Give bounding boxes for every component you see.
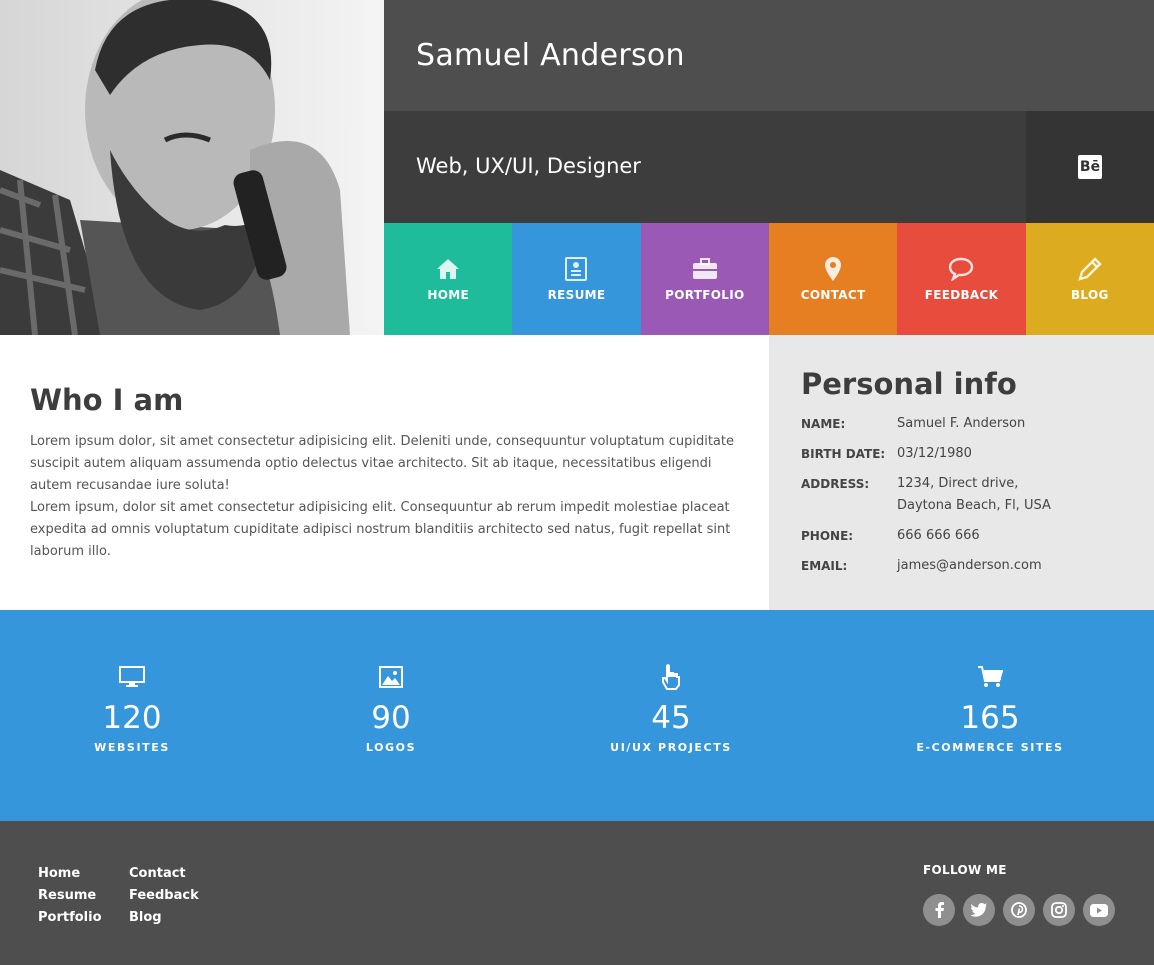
nav-blog[interactable]: BLOG bbox=[1025, 223, 1154, 335]
behance-link[interactable]: Bē bbox=[1026, 111, 1154, 223]
info-key: EMAIL: bbox=[801, 559, 848, 573]
portrait-image bbox=[0, 0, 384, 335]
behance-icon: Bē bbox=[1078, 155, 1102, 179]
follow-me-label: FOLLOW ME bbox=[923, 863, 1007, 877]
nav-portfolio[interactable]: PORTFOLIO bbox=[640, 223, 769, 335]
stat-number: 120 bbox=[102, 700, 162, 736]
nav-label: BLOG bbox=[1070, 288, 1109, 302]
address-line-2: Daytona Beach, Fl, USA bbox=[897, 498, 1051, 513]
footer-link-blog[interactable]: Blog bbox=[129, 907, 199, 929]
nav-label: RESUME bbox=[547, 288, 606, 302]
info-value: 1234, Direct drive, Daytona Beach, Fl, U… bbox=[897, 473, 1051, 517]
social-links bbox=[923, 894, 1115, 926]
footer-link-portfolio[interactable]: Portfolio bbox=[38, 907, 102, 929]
info-title: Personal info bbox=[801, 367, 1017, 401]
nav-contact[interactable]: CONTACT bbox=[768, 223, 898, 335]
name-bar: Samuel Anderson bbox=[384, 0, 1154, 111]
stat-number: 45 bbox=[651, 700, 691, 736]
stats-section: 120 WEBSITES 90 LOGOS 45 UI/UX PROJECTS … bbox=[0, 610, 1154, 821]
info-key: BIRTH DATE: bbox=[801, 447, 886, 461]
cart-icon bbox=[880, 664, 1100, 690]
info-value: Samuel F. Anderson bbox=[897, 416, 1026, 431]
pointer-hand-icon bbox=[561, 664, 781, 690]
info-value: james@anderson.com bbox=[897, 558, 1042, 573]
twitter-icon[interactable] bbox=[963, 894, 995, 926]
nav-home[interactable]: HOME bbox=[384, 223, 513, 335]
info-value: 666 666 666 bbox=[897, 528, 980, 543]
info-row-email: EMAIL: james@anderson.com bbox=[801, 555, 1122, 577]
footer-link-resume[interactable]: Resume bbox=[38, 885, 102, 907]
info-key: PHONE: bbox=[801, 529, 854, 543]
who-i-am: Who I am Lorem ipsum dolor, sit amet con… bbox=[0, 335, 769, 610]
role-bar: Web, UX/UI, Designer bbox=[384, 111, 1026, 223]
facebook-icon[interactable] bbox=[923, 894, 955, 926]
info-row-address: ADDRESS: 1234, Direct drive, Daytona Bea… bbox=[801, 473, 1122, 517]
stat-logos: 90 LOGOS bbox=[281, 664, 501, 754]
stat-websites: 120 WEBSITES bbox=[22, 664, 242, 754]
stat-label: LOGOS bbox=[365, 741, 417, 754]
image-icon bbox=[281, 664, 501, 690]
youtube-icon[interactable] bbox=[1083, 894, 1115, 926]
header-section: Samuel Anderson Web, UX/UI, Designer Bē … bbox=[0, 0, 1154, 335]
footer-links-col-1: Home Resume Portfolio bbox=[38, 863, 102, 929]
speech-bubble-icon bbox=[948, 256, 974, 282]
nav-feedback[interactable]: FEEDBACK bbox=[897, 223, 1026, 335]
stat-label: E-COMMERCE SITES bbox=[916, 741, 1064, 754]
stat-uiux-projects: 45 UI/UX PROJECTS bbox=[561, 664, 781, 754]
footer-link-contact[interactable]: Contact bbox=[129, 863, 199, 885]
map-pin-icon bbox=[824, 256, 842, 282]
personal-info: Personal info NAME: Samuel F. Anderson B… bbox=[769, 335, 1154, 610]
profile-photo bbox=[0, 0, 384, 335]
instagram-icon[interactable] bbox=[1043, 894, 1075, 926]
nav-label: CONTACT bbox=[800, 288, 866, 302]
stat-label: UI/UX PROJECTS bbox=[610, 741, 732, 754]
info-row-name: NAME: Samuel F. Anderson bbox=[801, 413, 1122, 435]
nav-resume[interactable]: RESUME bbox=[512, 223, 641, 335]
monitor-icon bbox=[22, 664, 242, 690]
nav-label: PORTFOLIO bbox=[665, 288, 745, 302]
footer-link-home[interactable]: Home bbox=[38, 863, 102, 885]
nav-label: FEEDBACK bbox=[924, 288, 999, 302]
who-paragraph-2: Lorem ipsum, dolor sit amet consectetur … bbox=[30, 500, 731, 559]
profile-name: Samuel Anderson bbox=[416, 38, 685, 73]
pinterest-icon[interactable] bbox=[1003, 894, 1035, 926]
about-section: Who I am Lorem ipsum dolor, sit amet con… bbox=[0, 335, 1154, 610]
footer-links-col-2: Contact Feedback Blog bbox=[129, 863, 199, 929]
stat-ecommerce-sites: 165 E-COMMERCE SITES bbox=[880, 664, 1100, 754]
who-title: Who I am bbox=[30, 383, 184, 417]
home-icon bbox=[436, 256, 460, 282]
footer: Home Resume Portfolio Contact Feedback B… bbox=[0, 821, 1154, 965]
stat-label: WEBSITES bbox=[94, 741, 170, 754]
pencil-icon bbox=[1077, 256, 1103, 282]
info-key: NAME: bbox=[801, 417, 846, 431]
info-row-phone: PHONE: 666 666 666 bbox=[801, 525, 1122, 547]
info-key: ADDRESS: bbox=[801, 477, 870, 491]
stat-number: 165 bbox=[960, 700, 1020, 736]
profile-role: Web, UX/UI, Designer bbox=[416, 154, 641, 178]
briefcase-icon bbox=[692, 256, 718, 282]
address-line-1: 1234, Direct drive, bbox=[897, 476, 1019, 491]
info-row-birth-date: BIRTH DATE: 03/12/1980 bbox=[801, 443, 1122, 465]
who-paragraph-1: Lorem ipsum dolor, sit amet consectetur … bbox=[30, 434, 734, 493]
stat-number: 90 bbox=[371, 700, 411, 736]
nav-label: HOME bbox=[427, 288, 469, 302]
info-value: 03/12/1980 bbox=[897, 446, 972, 461]
main-nav: HOME RESUME PORTFOLIO CONTACT FEEDBACK B… bbox=[384, 223, 1154, 335]
resume-icon bbox=[565, 256, 588, 282]
footer-link-feedback[interactable]: Feedback bbox=[129, 885, 199, 907]
